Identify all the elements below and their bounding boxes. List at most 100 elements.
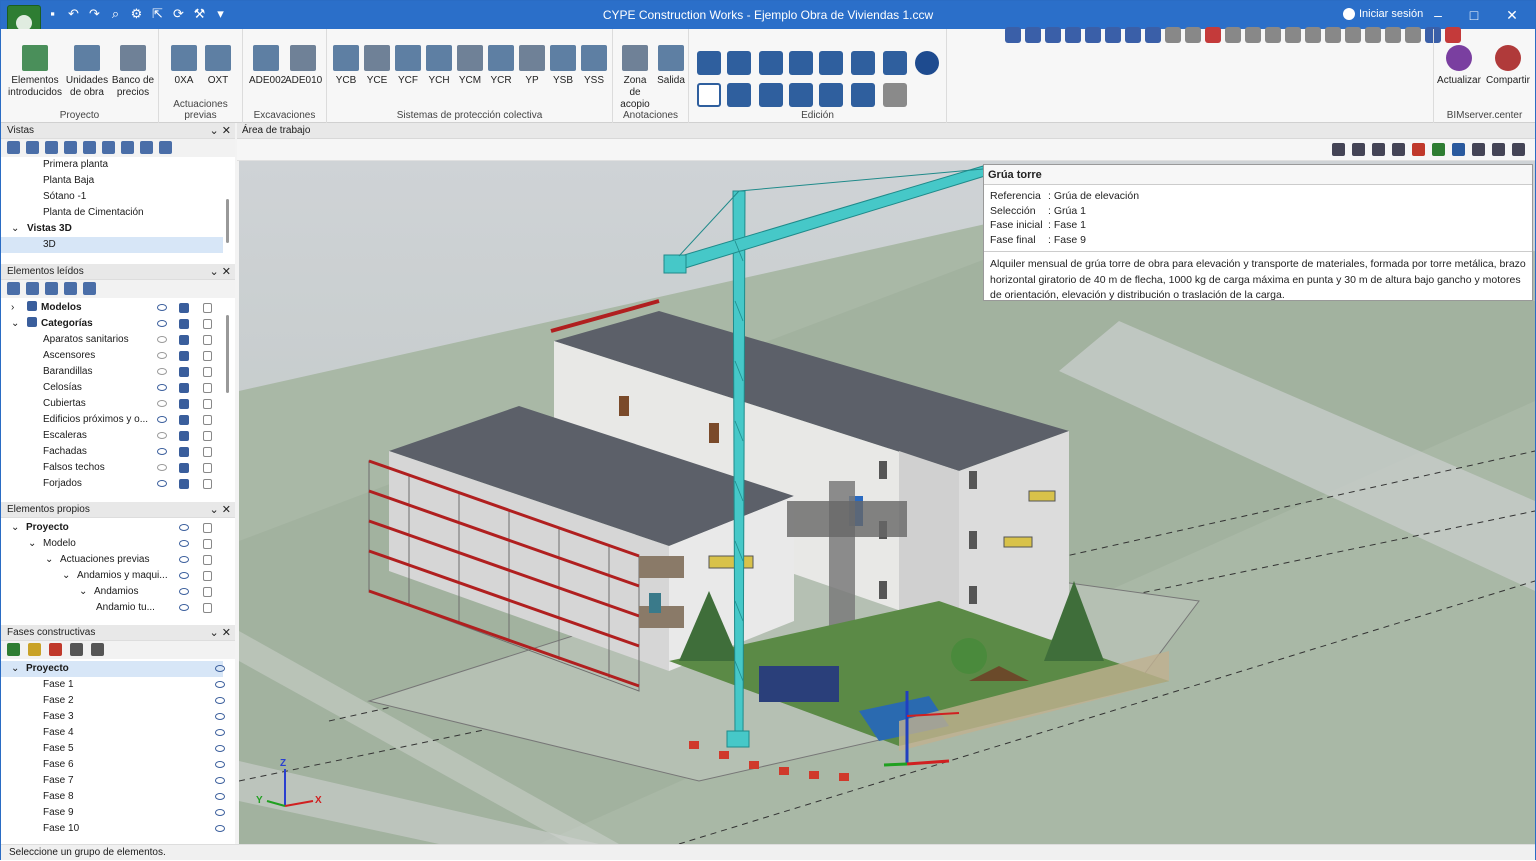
- ade002-button[interactable]: ADE002: [249, 45, 286, 87]
- visibility-icon[interactable]: [157, 464, 167, 471]
- scrollbar[interactable]: [226, 315, 229, 393]
- vistas-item[interactable]: Planta Baja: [1, 173, 223, 189]
- mirror-icon[interactable]: [851, 51, 875, 75]
- visibility-icon[interactable]: [157, 448, 167, 455]
- 0xa-button[interactable]: 0XA: [169, 45, 199, 87]
- layers-icon[interactable]: [1185, 27, 1201, 43]
- copy-icon[interactable]: [1345, 27, 1361, 43]
- lock-icon[interactable]: [203, 383, 212, 393]
- ade010-button[interactable]: ADE010: [285, 45, 322, 87]
- visibility-icon[interactable]: [157, 432, 167, 439]
- category-item[interactable]: Celosías: [1, 380, 223, 396]
- tree-item[interactable]: ⌄ Proyecto: [1, 520, 223, 536]
- visibility-icon[interactable]: [215, 697, 225, 704]
- visibility-icon[interactable]: [215, 825, 225, 832]
- panel-controls[interactable]: ⌄ ✕: [210, 123, 232, 139]
- lock-icon[interactable]: [203, 571, 212, 581]
- cube-icon[interactable]: [179, 335, 189, 345]
- category-item[interactable]: Ascensores: [1, 348, 223, 364]
- chevron-icon[interactable]: ›: [11, 300, 27, 316]
- cube-icon[interactable]: [179, 479, 189, 489]
- cube-icon[interactable]: [179, 383, 189, 393]
- phase-item[interactable]: Fase 10: [1, 821, 225, 837]
- cube-icon[interactable]: [179, 367, 189, 377]
- category-item[interactable]: Cubiertas: [1, 396, 223, 412]
- cube-icon[interactable]: [179, 431, 189, 441]
- salida-button[interactable]: Salida: [655, 45, 687, 87]
- angle-icon[interactable]: [1305, 27, 1321, 43]
- magnet-icon[interactable]: [1205, 27, 1221, 43]
- visibility-icon[interactable]: [157, 320, 167, 327]
- layer-red-icon[interactable]: [1412, 143, 1425, 156]
- cube-icon[interactable]: [179, 351, 189, 361]
- tree-item[interactable]: ⌄ Actuaciones previas: [1, 552, 223, 568]
- phase-item[interactable]: Fase 8: [1, 789, 225, 805]
- lock-icon[interactable]: [203, 555, 212, 565]
- hand-icon[interactable]: [1105, 27, 1121, 43]
- 3d-icon[interactable]: [1512, 143, 1525, 156]
- visibility-icon[interactable]: [157, 400, 167, 407]
- lock-icon[interactable]: [203, 479, 212, 489]
- chevron-down-icon[interactable]: ⌄: [79, 584, 94, 600]
- vistas-item[interactable]: Planta de Cimentación: [1, 205, 223, 221]
- phase-item[interactable]: ⌄ Proyecto: [1, 661, 225, 677]
- category-item[interactable]: Edificios próximos y o...: [1, 412, 223, 428]
- category-item[interactable]: ⌄ Categorías: [1, 316, 223, 332]
- expand-icon[interactable]: [7, 282, 20, 295]
- ych-button[interactable]: YCH: [424, 45, 454, 87]
- properties-icon[interactable]: [883, 51, 907, 75]
- tree-item[interactable]: ⌄ Andamios y maqui...: [1, 568, 223, 584]
- tree-item[interactable]: Andamio tu...: [1, 600, 223, 616]
- edit-icon[interactable]: [28, 643, 41, 656]
- visibility-icon[interactable]: [215, 761, 225, 768]
- panel-controls[interactable]: ⌄ ✕: [210, 264, 232, 280]
- split-icon[interactable]: [819, 83, 843, 107]
- visibility-icon[interactable]: [179, 540, 189, 547]
- category-item[interactable]: Aparatos sanitarios: [1, 332, 223, 348]
- cube-icon[interactable]: [179, 399, 189, 409]
- snap-icon[interactable]: [1265, 27, 1281, 43]
- view-icon[interactable]: [102, 141, 115, 154]
- history-icon[interactable]: [1325, 27, 1341, 43]
- visibility-icon[interactable]: [179, 604, 189, 611]
- phase-item[interactable]: Fase 2: [1, 693, 225, 709]
- phase-item[interactable]: Fase 5: [1, 741, 225, 757]
- cube-icon[interactable]: [179, 463, 189, 473]
- measure-icon[interactable]: [1165, 27, 1181, 43]
- phase-item[interactable]: Fase 6: [1, 757, 225, 773]
- visibility-icon[interactable]: [215, 809, 225, 816]
- visibility-icon[interactable]: [215, 745, 225, 752]
- stack-icon[interactable]: [1472, 143, 1485, 156]
- rotate-point-icon[interactable]: [759, 83, 783, 107]
- vistas-item[interactable]: 3D: [1, 237, 223, 253]
- phase-item[interactable]: Fase 4: [1, 725, 225, 741]
- phase-item[interactable]: Fase 7: [1, 773, 225, 789]
- comment-icon[interactable]: [1365, 27, 1381, 43]
- eraser-icon[interactable]: [883, 83, 907, 107]
- cube-icon[interactable]: [179, 303, 189, 313]
- person-icon[interactable]: [1392, 143, 1405, 156]
- view-icon[interactable]: [7, 141, 20, 154]
- lock-icon[interactable]: [203, 415, 212, 425]
- ysb-button[interactable]: YSB: [548, 45, 578, 87]
- visibility-icon[interactable]: [215, 665, 225, 672]
- delete-icon[interactable]: [915, 51, 939, 75]
- lock-icon[interactable]: [203, 539, 212, 549]
- plane-icon[interactable]: [819, 51, 843, 75]
- vistas-item[interactable]: Primera planta: [1, 157, 223, 173]
- layer-blue-icon[interactable]: [1452, 143, 1465, 156]
- yp-button[interactable]: YP: [517, 45, 547, 87]
- axis-icon[interactable]: [1332, 143, 1345, 156]
- zoom-icon[interactable]: [1045, 27, 1061, 43]
- move-all-icon[interactable]: [727, 83, 751, 107]
- visibility-icon[interactable]: [179, 572, 189, 579]
- pencil-icon[interactable]: [697, 51, 721, 75]
- lock-icon[interactable]: [203, 303, 212, 313]
- scrollbar[interactable]: [226, 199, 229, 243]
- lock-icon[interactable]: [203, 399, 212, 409]
- ycr-button[interactable]: YCR: [486, 45, 516, 87]
- lock-icon[interactable]: [203, 603, 212, 613]
- view-icon[interactable]: [45, 141, 58, 154]
- visibility-icon[interactable]: [179, 556, 189, 563]
- category-item[interactable]: Barandillas: [1, 364, 223, 380]
